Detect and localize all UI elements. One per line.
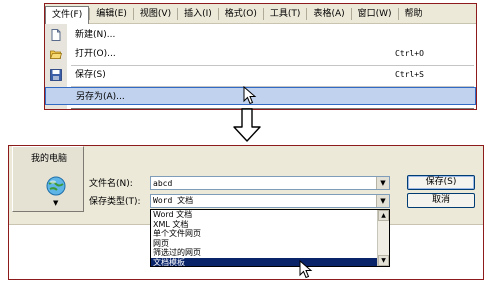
filetype-value: Word 文档 bbox=[153, 196, 194, 205]
menu-item-new[interactable]: 新建(N)... bbox=[45, 26, 476, 44]
filetype-option-word[interactable]: Word 文档 bbox=[151, 210, 377, 220]
menu-item-save[interactable]: 保存(S) Ctrl+S bbox=[45, 66, 476, 84]
down-arrow-icon bbox=[233, 108, 261, 142]
chevron-down-icon[interactable]: ▼ bbox=[376, 177, 389, 189]
menu-separator bbox=[71, 108, 474, 109]
menu-edit[interactable]: 编辑(E) bbox=[90, 6, 133, 22]
filename-input[interactable] bbox=[151, 177, 375, 189]
filetype-option-web[interactable]: 网页 bbox=[151, 239, 377, 249]
places-my-computer[interactable]: 我的电脑 ▼ bbox=[12, 146, 84, 212]
filetype-combobox[interactable]: Word 文档 ▼ bbox=[150, 194, 390, 208]
cancel-button[interactable]: 取消 bbox=[407, 193, 475, 208]
save-as-dialog-screenshot: 我的电脑 ▼ 文件名(N): ▼ 保存类型(T): Word 文档 ▼ Word… bbox=[8, 145, 484, 280]
menu-window[interactable]: 窗口(W) bbox=[352, 6, 398, 22]
filetype-option-filtered-web[interactable]: 筛选过的网页 bbox=[151, 248, 377, 258]
menu-item-save-as-label: 另存为(A)... bbox=[76, 92, 125, 102]
menu-view[interactable]: 视图(V) bbox=[134, 6, 177, 22]
menu-insert[interactable]: 插入(I) bbox=[178, 6, 218, 22]
menu-format[interactable]: 格式(O) bbox=[219, 6, 263, 22]
filename-combobox[interactable]: ▼ bbox=[150, 176, 390, 190]
chevron-down-icon[interactable]: ▼ bbox=[376, 195, 389, 207]
menu-item-save-label: 保存(S) bbox=[75, 70, 106, 80]
file-dropdown-menu: 新建(N)... 打开(O)... Ctrl+O 保存(S) Ctrl+S 另存… bbox=[45, 24, 476, 109]
menu-item-open-label: 打开(O)... bbox=[75, 49, 116, 59]
new-document-icon bbox=[51, 29, 61, 41]
file-menu-screenshot: 文件(F) 编辑(E) 视图(V) 插入(I) 格式(O) 工具(T) 表格(A… bbox=[44, 3, 477, 110]
save-button[interactable]: 保存(S) bbox=[407, 175, 475, 190]
network-globe-icon bbox=[46, 176, 66, 196]
list-scrollbar[interactable]: ▲ ▼ bbox=[377, 210, 389, 266]
chevron-down-icon: ▼ bbox=[53, 199, 59, 207]
menu-item-new-label: 新建(N)... bbox=[75, 30, 116, 40]
mouse-pointer-icon bbox=[243, 86, 257, 105]
filetype-label: 保存类型(T): bbox=[89, 197, 141, 207]
mouse-pointer-icon bbox=[299, 260, 313, 279]
scroll-down-icon[interactable]: ▼ bbox=[378, 255, 389, 266]
menu-bar: 文件(F) 编辑(E) 视图(V) 插入(I) 格式(O) 工具(T) 表格(A… bbox=[45, 4, 476, 24]
scroll-up-icon[interactable]: ▲ bbox=[378, 210, 389, 221]
filetype-dropdown-list: Word 文档 XML 文档 单个文件网页 网页 筛选过的网页 文档模板 ▲ ▼ bbox=[150, 209, 390, 267]
filetype-option-single-file-web[interactable]: 单个文件网页 bbox=[151, 229, 377, 239]
save-disk-icon bbox=[50, 69, 62, 81]
filetype-option-template[interactable]: 文档模板 bbox=[151, 257, 377, 266]
filetype-option-xml[interactable]: XML 文档 bbox=[151, 220, 377, 230]
menu-item-save-as[interactable]: 另存为(A)... bbox=[45, 87, 476, 105]
filename-label: 文件名(N): bbox=[89, 179, 133, 189]
open-folder-icon bbox=[50, 50, 62, 59]
menu-table[interactable]: 表格(A) bbox=[307, 6, 350, 22]
menu-tools[interactable]: 工具(T) bbox=[264, 6, 307, 22]
menu-item-open[interactable]: 打开(O)... Ctrl+O bbox=[45, 45, 476, 63]
menu-item-save-shortcut: Ctrl+S bbox=[395, 70, 424, 79]
menu-file[interactable]: 文件(F) bbox=[45, 5, 90, 24]
menu-help[interactable]: 帮助 bbox=[399, 6, 429, 22]
places-my-computer-label: 我的电脑 bbox=[31, 154, 68, 164]
menu-item-open-shortcut: Ctrl+O bbox=[395, 49, 424, 58]
